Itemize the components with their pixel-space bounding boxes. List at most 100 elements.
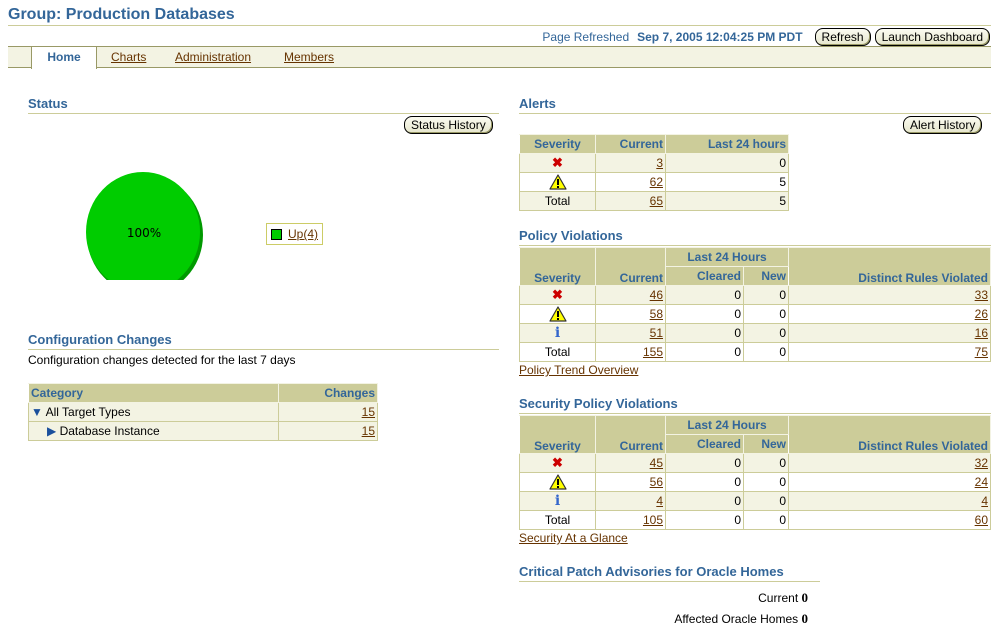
table-row: ✖ 46 0 0 33 (519, 285, 991, 305)
col-header-cleared: Cleared (665, 266, 744, 286)
tab-home[interactable]: Home (31, 47, 97, 69)
security-at-a-glance-link[interactable]: Security At a Glance (519, 531, 628, 545)
col-header-distinct: Distinct Rules Violated (788, 247, 991, 286)
alerts-divider (519, 113, 991, 114)
current-link[interactable]: 51 (650, 326, 663, 340)
current-link[interactable]: 45 (650, 456, 663, 470)
col-header-cleared: Cleared (665, 434, 744, 454)
title-divider (8, 25, 991, 26)
patch-section-title: Critical Patch Advisories for Oracle Hom… (519, 564, 784, 579)
table-row: Total 65 5 (519, 191, 789, 211)
category-cell: ▶ Database Instance (28, 421, 279, 441)
table-row: ▼ All Target Types 15 (28, 402, 378, 422)
expand-plus-icon[interactable]: ▶ (47, 424, 56, 438)
cleared-value: 0 (665, 285, 744, 305)
new-value: 0 (743, 510, 789, 530)
col-header-severity: Severity (519, 134, 596, 154)
new-value: 0 (743, 342, 789, 362)
warning-icon (548, 174, 567, 190)
table-row: ✖ 45 0 0 32 (519, 453, 991, 473)
policy-section-title: Policy Violations (519, 228, 623, 243)
cleared-value: 0 (665, 510, 744, 530)
severity-cell: ✖ (519, 153, 596, 173)
status-pie-chart: 100% (86, 172, 203, 280)
collapse-triangle-icon[interactable]: ▼ (31, 405, 43, 419)
category-name: All Target Types (45, 405, 131, 419)
distinct-link[interactable]: 33 (975, 288, 988, 302)
alert-history-button[interactable]: Alert History (903, 116, 983, 134)
severity-cell (519, 172, 596, 192)
table-row: 56 0 0 24 (519, 472, 991, 492)
current-link[interactable]: 58 (650, 307, 663, 321)
info-icon: i (554, 493, 561, 509)
total-label: Total (519, 191, 596, 211)
new-value: 0 (743, 491, 789, 511)
changes-link[interactable]: 15 (362, 424, 375, 438)
current-link[interactable]: 65 (650, 194, 663, 208)
distinct-link[interactable]: 24 (975, 475, 988, 489)
current-link[interactable]: 4 (656, 494, 663, 508)
security-section-title: Security Policy Violations (519, 396, 678, 411)
launch-dashboard-button[interactable]: Launch Dashboard (874, 28, 990, 46)
refresh-button[interactable]: Refresh (814, 28, 871, 46)
total-label: Total (519, 510, 596, 530)
page-refreshed-label: Page Refreshed (542, 30, 630, 44)
new-value: 0 (743, 472, 789, 492)
current-link[interactable]: 62 (650, 175, 663, 189)
policy-table: Severity Current Last 24 Hours Distinct … (519, 247, 991, 362)
cleared-value: 0 (665, 304, 744, 324)
distinct-link[interactable]: 16 (975, 326, 988, 340)
distinct-link[interactable]: 32 (975, 456, 988, 470)
current-link[interactable]: 46 (650, 288, 663, 302)
legend-link-up[interactable]: Up(4) (288, 227, 318, 241)
col-header-new: New (743, 266, 789, 286)
table-row: 58 0 0 26 (519, 304, 991, 324)
patch-affected-row: Affected Oracle Homes 0 (674, 611, 808, 627)
status-section-title: Status (28, 96, 68, 111)
distinct-link[interactable]: 26 (975, 307, 988, 321)
tab-members[interactable]: Members (284, 47, 334, 68)
current-link[interactable]: 3 (656, 156, 663, 170)
cleared-value: 0 (665, 323, 744, 343)
col-header-severity: Severity (519, 415, 596, 454)
col-header-new: New (743, 434, 789, 454)
category-name: Database Instance (59, 424, 160, 438)
distinct-link[interactable]: 75 (975, 345, 988, 359)
distinct-link[interactable]: 4 (981, 494, 988, 508)
col-header-current: Current (595, 134, 666, 154)
col-header-severity: Severity (519, 247, 596, 286)
patch-current-label: Current (758, 591, 799, 605)
status-history-button[interactable]: Status History (404, 116, 493, 134)
cleared-value: 0 (665, 342, 744, 362)
new-value: 0 (743, 323, 789, 343)
current-link[interactable]: 105 (643, 513, 663, 527)
distinct-link[interactable]: 60 (975, 513, 988, 527)
config-table: Category Changes ▼ All Target Types 15 ▶… (28, 383, 378, 441)
config-divider (28, 349, 499, 350)
col-header-last24: Last 24 Hours (665, 247, 789, 267)
info-icon: i (554, 325, 561, 341)
col-header-current: Current (595, 247, 666, 286)
current-link[interactable]: 56 (650, 475, 663, 489)
tab-charts[interactable]: Charts (111, 47, 146, 68)
security-table: Severity Current Last 24 Hours Distinct … (519, 415, 991, 530)
changes-cell: 15 (278, 421, 378, 441)
critical-icon: ✖ (552, 455, 563, 470)
current-link[interactable]: 155 (643, 345, 663, 359)
table-row: ✖ 3 0 (519, 153, 789, 173)
cleared-value: 0 (665, 453, 744, 473)
tab-bar: Home Charts Administration Members (8, 46, 991, 69)
col-header-last24: Last 24 hours (665, 134, 789, 154)
table-row: Total 105 0 0 60 (519, 510, 991, 530)
table-row: 62 5 (519, 172, 789, 192)
tab-administration[interactable]: Administration (175, 47, 251, 68)
total-label: Total (519, 342, 596, 362)
table-row: Total 155 0 0 75 (519, 342, 991, 362)
new-value: 0 (743, 285, 789, 305)
policy-trend-overview-link[interactable]: Policy Trend Overview (519, 363, 638, 377)
category-cell: ▼ All Target Types (28, 402, 279, 422)
table-row: i 4 0 0 4 (519, 491, 991, 511)
new-value: 0 (743, 453, 789, 473)
warning-icon (548, 306, 567, 322)
changes-link[interactable]: 15 (362, 405, 375, 419)
